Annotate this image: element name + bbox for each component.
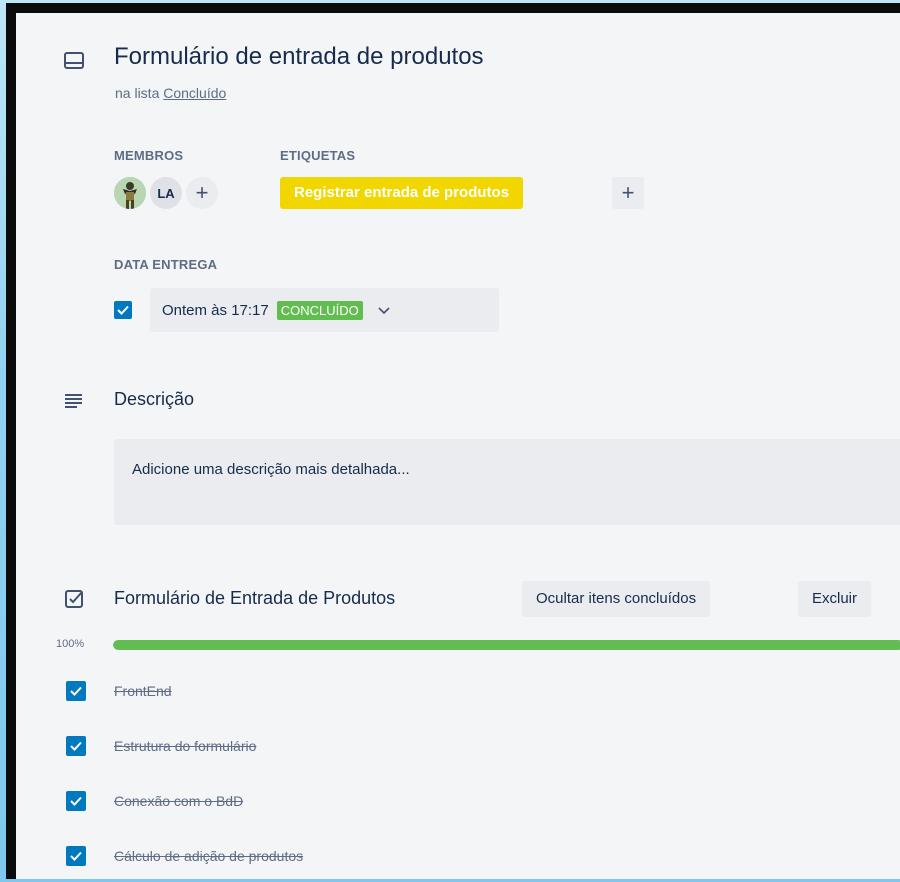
item-text[interactable]: Estrutura do formulário (114, 738, 256, 754)
check-icon (70, 851, 82, 861)
check-icon (117, 305, 129, 315)
add-member-button[interactable]: + (186, 177, 218, 209)
due-date-value: Ontem às 17:17 (162, 301, 269, 319)
checklist-item[interactable]: FrontEnd (66, 679, 172, 703)
check-icon (70, 686, 82, 696)
checklist-item[interactable]: Conexão com o BdD (66, 789, 243, 813)
due-date-button[interactable]: Ontem às 17:17 CONCLUÍDO (150, 288, 499, 332)
label-pill[interactable]: Registrar entrada de produtos (280, 177, 524, 209)
check-icon (70, 796, 82, 806)
status-badge: CONCLUÍDO (276, 300, 363, 320)
progress-bar (113, 640, 900, 650)
avatar-figure-icon (114, 177, 146, 209)
item-checkbox[interactable] (66, 846, 86, 866)
card-list-info: na lista Concluído (115, 85, 226, 101)
checklist-item[interactable]: Cálculo de adição de produtos (66, 844, 303, 868)
description-input[interactable]: Adicione uma descrição mais detalhada... (114, 439, 900, 525)
checklist-title[interactable]: Formulário de Entrada de Produtos (114, 588, 395, 609)
item-text[interactable]: Conexão com o BdD (114, 793, 243, 809)
delete-checklist-button[interactable]: Excluir (798, 581, 872, 617)
due-date-checkbox[interactable] (114, 301, 132, 319)
card-detail-panel: Formulário de entrada de produtos na lis… (16, 13, 900, 879)
member-avatar-photo[interactable] (114, 177, 146, 209)
chevron-down-icon (378, 307, 390, 315)
checklist-icon (62, 587, 86, 611)
checklist-item[interactable]: Estrutura do formulário (66, 734, 256, 758)
description-heading: Descrição (114, 389, 195, 409)
progress-fill (113, 640, 900, 650)
add-label-button[interactable]: + (612, 177, 644, 209)
due-date-label: DATA ENTREGA (114, 257, 218, 272)
hide-completed-button[interactable]: Ocultar itens concluídos (522, 581, 711, 617)
check-icon (70, 741, 82, 751)
labels-label: ETIQUETAS (280, 148, 356, 163)
card-title[interactable]: Formulário de entrada de produtos (114, 43, 484, 71)
item-checkbox[interactable] (66, 681, 86, 701)
description-icon (62, 389, 86, 413)
list-link[interactable]: Concluído (163, 85, 226, 101)
item-text[interactable]: FrontEnd (114, 683, 172, 699)
item-text[interactable]: Cálculo de adição de produtos (114, 848, 303, 864)
card-icon (62, 49, 86, 73)
description-placeholder: Adicione uma descrição mais detalhada... (132, 461, 410, 478)
window-frame: Formulário de entrada de produtos na lis… (6, 3, 900, 879)
member-avatar-initials[interactable]: LA (150, 177, 182, 209)
progress-percent: 100% (56, 638, 85, 650)
in-list-prefix: na lista (115, 85, 160, 101)
item-checkbox[interactable] (66, 791, 86, 811)
members-label: MEMBROS (114, 148, 184, 163)
item-checkbox[interactable] (66, 736, 86, 756)
